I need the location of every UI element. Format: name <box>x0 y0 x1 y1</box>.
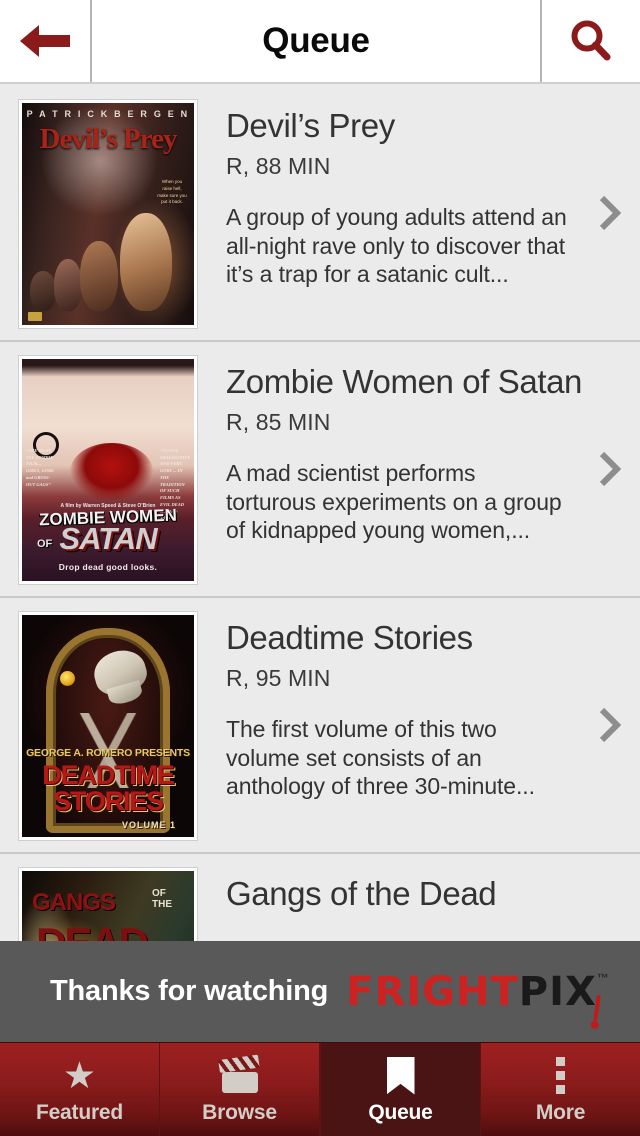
poster-frame: P A T R I C K B E R G E N Devil’s Prey W… <box>18 99 198 329</box>
back-arrow-icon <box>20 25 70 57</box>
tab-browse[interactable]: Browse <box>160 1043 320 1136</box>
bookmark-icon <box>386 1055 415 1097</box>
chevron-right-icon <box>599 707 622 743</box>
tab-featured[interactable]: ★ Featured <box>0 1043 160 1136</box>
movie-description: The first volume of this two volume set … <box>226 716 535 800</box>
poster-tagline: Drop dead good looks. <box>58 562 158 572</box>
poster-frame: “THE MUST SEE ZOMBIE FILM... GIRLS, GORE… <box>18 355 198 585</box>
poster-credits: P A T R I C K B E R G E N <box>26 109 190 119</box>
trademark-symbol: ™ <box>596 970 609 985</box>
ad-text: Thanks for watching <box>50 975 329 1007</box>
movie-meta: R, 88 MIN <box>226 153 331 180</box>
frightpix-logo: FRIGHT PIX ™ <box>346 968 609 1021</box>
list-item-text: Deadtime Stories R, 95 MIN The first vol… <box>198 598 640 801</box>
movie-title: Devil’s Prey <box>226 107 395 144</box>
clapperboard-icon <box>217 1054 260 1097</box>
movie-description: A group of young adults attend an all-ni… <box>226 204 567 288</box>
poster-title-line2: STORIES <box>53 786 164 816</box>
search-button[interactable] <box>540 0 640 82</box>
movie-meta: R, 95 MIN <box>226 665 331 692</box>
poster-devils-prey: P A T R I C K B E R G E N Devil’s Prey W… <box>22 103 194 325</box>
poster-frame: GEORGE A. ROMERO PRESENTS DEADTIME STORI… <box>18 611 198 841</box>
list-item[interactable]: GEORGE A. ROMERO PRESENTS DEADTIME STORI… <box>0 598 640 854</box>
poster-title: Devil’s Prey <box>39 123 178 155</box>
chevron-right-icon <box>599 195 622 231</box>
poster-presents: GEORGE A. ROMERO PRESENTS <box>26 747 190 759</box>
tab-browse-label: Browse <box>202 1100 277 1124</box>
poster-title-line1: GANGS <box>32 889 116 916</box>
poster-deadtime-stories: GEORGE A. ROMERO PRESENTS DEADTIME STORI… <box>22 615 194 837</box>
poster-title-line2: SATAN <box>59 521 157 556</box>
poster-blood-detail <box>70 443 153 502</box>
list-item[interactable]: “THE MUST SEE ZOMBIE FILM... GIRLS, GORE… <box>0 342 640 598</box>
app-root: Queue P A T R I C K B E R G E N Devil’s … <box>0 0 640 1136</box>
poster-figures <box>22 201 194 311</box>
logo-fright: FRIGHT <box>346 968 519 1015</box>
navigation-bar: Queue <box>0 0 640 84</box>
list-item-text: Devil’s Prey R, 88 MIN A group of young … <box>198 86 640 289</box>
chevron-right-icon <box>599 451 622 487</box>
movie-title: Deadtime Stories <box>226 619 473 656</box>
tab-queue[interactable]: Queue <box>320 1043 481 1136</box>
overflow-dots-icon <box>556 1055 565 1097</box>
movie-title: Gangs of the Dead <box>226 875 497 912</box>
poster-volume: VOLUME 1 <box>121 820 176 830</box>
poster-zombie-women-of-satan: “THE MUST SEE ZOMBIE FILM... GIRLS, GORE… <box>22 359 194 581</box>
list-item-text: Gangs of the Dead <box>198 854 640 912</box>
tab-featured-label: Featured <box>35 1100 124 1124</box>
back-button[interactable] <box>0 0 92 82</box>
list-item-text: Zombie Women of Satan R, 85 MIN A mad sc… <box>198 342 640 545</box>
movie-description: A mad scientist performs torturous exper… <box>226 460 562 544</box>
movie-title: Zombie Women of Satan <box>226 363 583 400</box>
tab-more[interactable]: More <box>481 1043 640 1136</box>
star-icon: ★ <box>62 1055 97 1096</box>
tab-bar: ★ Featured Browse Queue More <box>0 1042 640 1136</box>
poster-studio-logo <box>28 312 42 321</box>
ad-banner[interactable]: Thanks for watching FRIGHT PIX ™ <box>0 941 640 1042</box>
list-item[interactable]: P A T R I C K B E R G E N Devil’s Prey W… <box>0 86 640 342</box>
logo-pix: PIX <box>518 968 597 1015</box>
page-title: Queue <box>262 21 370 60</box>
poster-quote-left: “THE MUST SEE ZOMBIE FILM... GIRLS, GORE… <box>26 447 55 487</box>
movie-meta: R, 85 MIN <box>226 409 331 436</box>
search-icon <box>571 20 611 61</box>
tab-more-label: More <box>535 1100 586 1124</box>
poster-eye-detail <box>59 670 75 686</box>
tab-queue-label: Queue <box>368 1100 433 1124</box>
poster-title-small: OF THE <box>152 888 172 910</box>
